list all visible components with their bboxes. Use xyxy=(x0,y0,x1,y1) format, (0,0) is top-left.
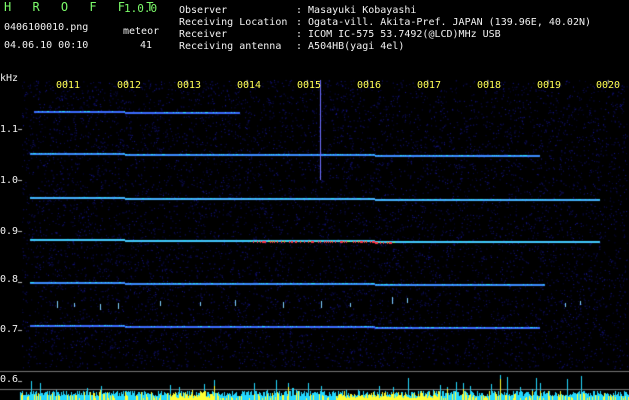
x-tick-label: 0015 xyxy=(297,80,322,91)
hroffft-window: H R O F F T 1.0.0 0406100010.png 04.06.1… xyxy=(0,0,629,400)
info-label-observer: Observer xyxy=(179,5,228,16)
y-tick-label: 0.6 xyxy=(0,374,19,385)
x-tick-label: 0012 xyxy=(117,80,142,91)
meteor-count: 41 xyxy=(140,40,153,51)
x-tick-label: 0016 xyxy=(357,80,382,91)
file-name: 0406100010.png xyxy=(4,22,89,33)
x-tick-label: 0018 xyxy=(477,80,502,91)
y-tick-label: 1.0 xyxy=(0,175,19,186)
x-tick-label: 0019 xyxy=(537,80,562,91)
x-tick-label: 0020 xyxy=(596,80,621,91)
x-tick-label: 0011 xyxy=(56,80,81,91)
y-tick-label: 0.8 xyxy=(0,274,19,285)
info-value-antenna: : A504HB(yagi 4el) xyxy=(296,41,405,52)
x-tick-label: 0013 xyxy=(177,80,202,91)
x-tick-label: 0017 xyxy=(417,80,442,91)
y-tick-label: 0.7 xyxy=(0,324,19,335)
y-tick-label: 0.9 xyxy=(0,226,19,237)
meteor-label: meteor xyxy=(123,26,160,37)
y-axis-unit: kHz xyxy=(0,73,19,84)
date-time: 04.06.10 00:10 xyxy=(4,40,89,51)
y-tick-label: 1.1 xyxy=(0,124,19,135)
app-version: 1.0.0 xyxy=(124,2,158,15)
spectrogram-canvas xyxy=(0,72,629,400)
info-label-location: Receiving Location xyxy=(179,17,288,28)
info-value-observer: : Masayuki Kobayashi xyxy=(296,5,417,16)
info-value-receiver: : ICOM IC-575 53.7492(@LCD)MHz USB xyxy=(296,29,501,40)
info-value-location: : Ogata-vill. Akita-Pref. JAPAN (139.96E… xyxy=(296,17,592,28)
info-label-receiver: Receiver xyxy=(179,29,228,40)
x-tick-label: 0014 xyxy=(237,80,262,91)
info-label-antenna: Receiving antenna xyxy=(179,41,282,52)
